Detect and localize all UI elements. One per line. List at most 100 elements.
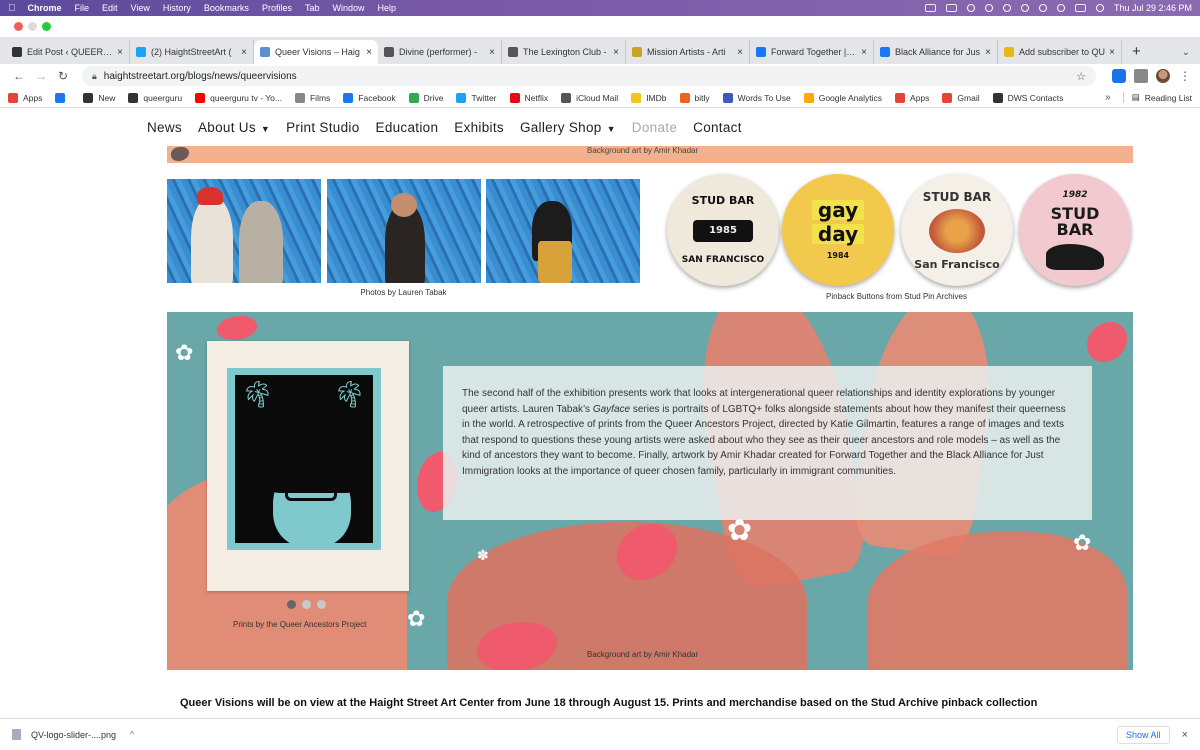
bookmark-star-icon[interactable]: ☆	[1076, 70, 1086, 83]
menu-bookmarks[interactable]: Bookmarks	[204, 3, 249, 13]
nav-news[interactable]: News	[147, 120, 182, 135]
zoom-window-button[interactable]	[42, 22, 51, 31]
pinback-button-stud-1982: 1982 STUD BAR	[1019, 174, 1131, 286]
bookmark-item[interactable]: Twitter	[456, 92, 497, 103]
chevron-up-icon[interactable]: ^	[130, 730, 134, 739]
nav-print-studio[interactable]: Print Studio	[286, 120, 359, 135]
bookmark-item[interactable]: New	[83, 92, 115, 103]
spotlight-icon[interactable]	[1056, 4, 1065, 12]
download-file-name[interactable]: QV-logo-slider-....png	[31, 730, 116, 740]
bookmarks-overflow-button[interactable]: »	[1105, 92, 1111, 103]
nav-contact[interactable]: Contact	[693, 120, 742, 135]
bookmark-item[interactable]: Netflix	[509, 92, 548, 103]
extension-icon[interactable]	[1112, 69, 1126, 83]
queer-ancestors-print: 🌴︎ 🌴︎	[207, 341, 409, 591]
bookmark-item[interactable]: Words To Use	[722, 92, 791, 103]
close-tab-icon[interactable]: ×	[861, 47, 867, 58]
bookmark-item[interactable]	[55, 92, 70, 103]
close-icon[interactable]: ×	[1182, 729, 1188, 741]
bookmark-item[interactable]: queerguru	[128, 92, 182, 103]
menu-edit[interactable]: Edit	[102, 3, 118, 13]
extensions-puzzle-icon[interactable]	[1134, 69, 1148, 83]
browser-tab[interactable]: Edit Post ‹ QUEERGURU ×	[6, 40, 130, 64]
dropbox-icon[interactable]	[924, 4, 936, 12]
close-tab-icon[interactable]: ×	[1109, 47, 1115, 58]
bookmark-item[interactable]: DWS Contacts	[992, 92, 1063, 103]
close-tab-icon[interactable]: ×	[489, 47, 495, 58]
menu-help[interactable]: Help	[377, 3, 396, 13]
bookmark-item[interactable]: Google Analytics	[803, 92, 882, 103]
control-center-icon[interactable]	[1074, 4, 1086, 12]
browser-tab[interactable]: Forward Together | Fo ×	[750, 40, 874, 64]
bookmark-item[interactable]: Gmail	[942, 92, 980, 103]
carousel-dot[interactable]	[302, 600, 311, 609]
bookmark-item[interactable]: Facebook	[343, 92, 396, 103]
close-tab-icon[interactable]: ×	[985, 47, 991, 58]
pin-text: 1985	[693, 220, 753, 242]
user-icon[interactable]	[1038, 4, 1047, 12]
url-text[interactable]: haightstreetart.org/blogs/news/queervisi…	[104, 71, 297, 82]
close-tab-icon[interactable]: ×	[737, 47, 743, 58]
profile-avatar[interactable]	[1156, 69, 1170, 83]
reading-list-button[interactable]: ▤ Reading List	[1122, 92, 1192, 103]
close-tab-icon[interactable]: ×	[366, 47, 372, 58]
close-tab-icon[interactable]: ×	[241, 47, 247, 58]
browser-tab[interactable]: Add subscriber to QU ×	[998, 40, 1122, 64]
tab-title: Forward Together | Fo	[771, 47, 858, 57]
bookmarks-bar: Apps New queerguru queerguru tv - Yo... Film…	[0, 88, 1200, 108]
lock-icon[interactable]: 🔒︎	[92, 71, 97, 82]
bookmark-item[interactable]: Apps	[895, 92, 929, 103]
close-tab-icon[interactable]: ×	[117, 47, 123, 58]
reload-button[interactable]: ↻	[52, 69, 74, 83]
bookmark-item[interactable]: Drive	[408, 92, 443, 103]
nav-gallery-shop[interactable]: Gallery Shop ▼	[520, 120, 616, 135]
bookmark-item[interactable]: Apps	[8, 92, 42, 103]
menu-history[interactable]: History	[163, 3, 191, 13]
browser-tab[interactable]: Queer Visions – Haig ×	[254, 40, 378, 64]
menu-app-name[interactable]: Chrome	[28, 3, 62, 13]
browser-tab[interactable]: The Lexington Club - ×	[502, 40, 626, 64]
browser-tab[interactable]: Divine (performer) - ×	[378, 40, 502, 64]
nav-donate[interactable]: Donate	[632, 120, 677, 135]
bookmark-item[interactable]: IMDb	[631, 92, 667, 103]
mac-menubar:  Chrome File Edit View History Bookmark…	[0, 0, 1200, 16]
bookmark-item[interactable]: queerguru tv - Yo...	[195, 92, 282, 103]
close-tab-icon[interactable]: ×	[613, 47, 619, 58]
bluetooth-icon[interactable]	[984, 4, 993, 12]
menu-window[interactable]: Window	[332, 3, 364, 13]
wifi-icon[interactable]	[1020, 4, 1029, 12]
menu-file[interactable]: File	[75, 3, 90, 13]
siri-icon[interactable]	[1095, 4, 1104, 12]
browser-tab[interactable]: Mission Artists - Arti ×	[626, 40, 750, 64]
time-machine-icon[interactable]	[966, 4, 975, 12]
menu-profiles[interactable]: Profiles	[262, 3, 292, 13]
menubar-clock[interactable]: Thu Jul 29 2:46 PM	[1114, 3, 1192, 13]
volume-icon[interactable]	[1002, 4, 1011, 12]
address-bar[interactable]: 🔒︎ haightstreetart.org/blogs/news/queerv…	[82, 66, 1096, 86]
pin-text: day	[811, 224, 865, 244]
bookmark-item[interactable]: Films	[294, 92, 330, 103]
bookmark-item[interactable]: bitly	[679, 92, 710, 103]
browser-menu-icon[interactable]: ⋮	[1178, 69, 1192, 83]
browser-tab[interactable]: Black Alliance for Jus ×	[874, 40, 998, 64]
nav-exhibits[interactable]: Exhibits	[454, 120, 504, 135]
battery-icon[interactable]	[945, 4, 957, 12]
menu-tab[interactable]: Tab	[305, 3, 320, 13]
carousel-dot[interactable]	[317, 600, 326, 609]
new-tab-button[interactable]: +	[1122, 43, 1149, 64]
menu-view[interactable]: View	[131, 3, 150, 13]
back-button[interactable]: ←	[8, 69, 30, 83]
carousel-dot[interactable]	[287, 600, 296, 609]
bookmark-favicon-icon	[992, 92, 1003, 103]
browser-tab[interactable]: (2) HaightStreetArt (×	[130, 40, 254, 64]
bookmark-item[interactable]: iCloud Mail	[561, 92, 618, 103]
nav-education[interactable]: Education	[376, 120, 439, 135]
apple-icon[interactable]: 	[8, 3, 16, 14]
close-window-button[interactable]	[14, 22, 23, 31]
forward-button[interactable]: →	[30, 69, 52, 83]
minimize-window-button[interactable]	[28, 22, 37, 31]
show-all-button[interactable]: Show All	[1117, 725, 1170, 744]
photo-couple	[167, 179, 321, 283]
tab-search-icon[interactable]: ⌄	[1172, 47, 1200, 64]
nav-about-us[interactable]: About Us ▼	[198, 120, 270, 135]
